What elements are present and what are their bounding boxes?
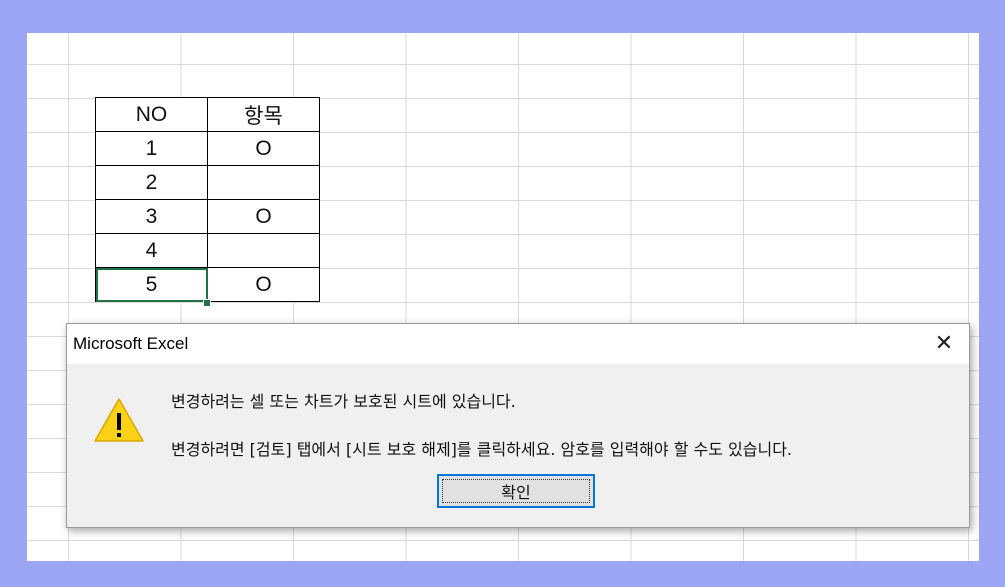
dialog-title: Microsoft Excel: [73, 334, 189, 353]
cell-item[interactable]: [207, 233, 320, 268]
cell-no[interactable]: 1: [95, 131, 208, 166]
table-row: 3 O: [95, 199, 320, 234]
cell-no[interactable]: 2: [95, 165, 208, 200]
ok-button[interactable]: 확인: [437, 474, 595, 508]
active-cell[interactable]: 5: [95, 267, 208, 302]
cell-no[interactable]: 4: [95, 233, 208, 268]
focus-ring: [442, 479, 590, 503]
table-row: 4: [95, 233, 320, 268]
cell-item[interactable]: O: [207, 131, 320, 166]
dialog-message-line1: 변경하려는 셀 또는 차트가 보호된 시트에 있습니다.: [171, 392, 516, 411]
fill-handle[interactable]: [203, 299, 211, 307]
data-table: NO 항목 1 O 2 3 O 4 5 O: [95, 97, 320, 302]
cell-item[interactable]: O: [207, 267, 320, 302]
table-row: 5 O: [95, 267, 320, 302]
dialog-message-line2: 변경하려면 [검토] 탭에서 [시트 보호 해제]를 클릭하세요. 암호를 입력…: [171, 440, 793, 459]
dialog-titlebar[interactable]: Microsoft Excel ✕: [67, 324, 969, 364]
table-row: 1 O: [95, 131, 320, 166]
alert-dialog: Microsoft Excel ✕ 변경하려는 셀 또는 차트가 보호된 시트에…: [66, 323, 970, 528]
cell-item[interactable]: O: [207, 199, 320, 234]
warning-icon: [94, 398, 144, 442]
cell-item[interactable]: [207, 165, 320, 200]
table-header-row: NO 항목: [95, 97, 320, 132]
close-button[interactable]: ✕: [927, 330, 961, 358]
header-cell-item[interactable]: 항목: [207, 97, 320, 132]
table-row: 2: [95, 165, 320, 200]
header-cell-no[interactable]: NO: [95, 97, 208, 132]
cell-no[interactable]: 3: [95, 199, 208, 234]
